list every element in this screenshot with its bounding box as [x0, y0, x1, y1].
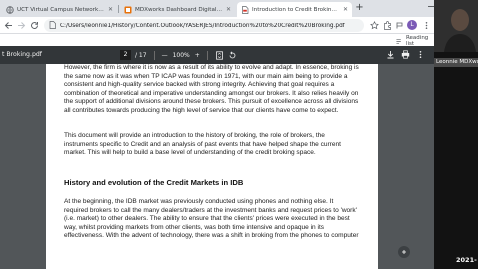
arrow-right-icon — [18, 22, 26, 29]
reload-button[interactable] — [29, 20, 40, 31]
bookmark-star-button[interactable] — [369, 20, 380, 31]
file-icon — [49, 20, 56, 31]
menu-button[interactable] — [421, 20, 432, 31]
browser-toolbar: C:/Users/leonnie1/History/Content.Outloo… — [0, 17, 434, 34]
pdf-toolbar: t Broking.pdf 2 / 17 — 100% + — [0, 46, 434, 64]
close-icon[interactable]: ✕ — [108, 6, 113, 13]
tab-introduction-credit-broking[interactable]: Introduction to Credit Broking.pdf ✕ — [237, 2, 352, 17]
fit-page-icon[interactable] — [215, 50, 224, 60]
address-bar[interactable]: C:/Users/leonnie1/History/Content.Outloo… — [44, 19, 364, 32]
star-icon — [370, 21, 379, 30]
more-vertical-icon[interactable] — [416, 50, 425, 59]
address-text: C:/Users/leonnie1/History/Content.Outloo… — [60, 22, 345, 29]
pdf-actions — [386, 50, 425, 59]
participant-name: Leonnie MDXworks — [434, 58, 478, 67]
clock: 2021- — [456, 256, 477, 264]
media-button[interactable] — [394, 20, 405, 31]
close-icon[interactable]: ✕ — [343, 6, 348, 13]
document-heading: History and evolution of the Credit Mark… — [64, 178, 244, 187]
tab-label: Introduction to Credit Broking.pdf — [252, 6, 340, 13]
browser-window: UCT Virtual Campus Networking ✕ MDXworks… — [0, 0, 434, 269]
print-icon[interactable] — [401, 50, 410, 59]
divider — [206, 50, 208, 60]
dashboard-icon — [124, 6, 132, 14]
reading-list-icon — [396, 38, 401, 44]
tab-label: MDXworks Dashboard Digital Fr... — [135, 6, 223, 13]
new-tab-button[interactable]: + — [354, 3, 365, 14]
close-icon[interactable]: ✕ — [226, 6, 231, 13]
puzzle-icon — [384, 21, 391, 30]
zoom-level[interactable]: 100% — [173, 52, 190, 59]
zoom-out-button[interactable]: — — [162, 52, 168, 59]
reload-icon — [31, 22, 39, 29]
profile-avatar[interactable]: L — [407, 20, 417, 30]
back-button[interactable] — [3, 20, 14, 31]
pdf-viewport[interactable]: However, the firm is where it is now as … — [0, 64, 434, 269]
rotate-icon[interactable] — [228, 51, 237, 60]
zoom-in-button[interactable]: + — [195, 52, 200, 59]
pdf-title: t Broking.pdf — [2, 51, 42, 58]
fit-to-page-button[interactable] — [398, 246, 410, 258]
pdf-icon — [241, 5, 249, 14]
page-number-input[interactable]: 2 — [120, 50, 131, 60]
tab-mdxworks-dashboard[interactable]: MDXworks Dashboard Digital Fr... ✕ — [120, 2, 235, 17]
zoom-controls: — 100% + — [162, 52, 200, 59]
forward-button[interactable] — [16, 20, 27, 31]
tab-strip: UCT Virtual Campus Networking ✕ MDXworks… — [0, 0, 434, 17]
minimize-icon — [428, 6, 434, 7]
minimize-button[interactable] — [424, 2, 434, 12]
globe-icon — [6, 5, 14, 14]
tab-label: UCT Virtual Campus Networking — [17, 6, 105, 13]
extensions-button[interactable] — [382, 20, 393, 31]
download-icon[interactable] — [386, 50, 395, 59]
bookmarks-bar: Reading list — [0, 34, 434, 47]
page-total: / 17 — [135, 51, 147, 59]
divider — [153, 50, 155, 60]
media-icon — [396, 22, 403, 29]
pdf-page: However, the firm is where it is now as … — [46, 64, 378, 269]
participant-video — [434, 0, 478, 52]
arrow-left-icon — [4, 22, 12, 29]
fit-page-icon — [402, 250, 406, 254]
pdf-page-controls: 2 / 17 — 100% + — [120, 50, 237, 60]
document-paragraph: However, the firm is where it is now as … — [64, 64, 359, 114]
screen: UCT Virtual Campus Networking ✕ MDXworks… — [0, 0, 478, 269]
document-paragraph: At the beginning, the IDB market was pre… — [64, 198, 359, 240]
tab-uct-virtual-campus[interactable]: UCT Virtual Campus Networking ✕ — [2, 2, 117, 17]
document-paragraph: This document will provide an introducti… — [64, 132, 341, 157]
video-panel: Leonnie MDXworks 2021- — [434, 0, 478, 269]
tab-separator — [118, 5, 119, 13]
more-vertical-icon — [425, 22, 428, 29]
